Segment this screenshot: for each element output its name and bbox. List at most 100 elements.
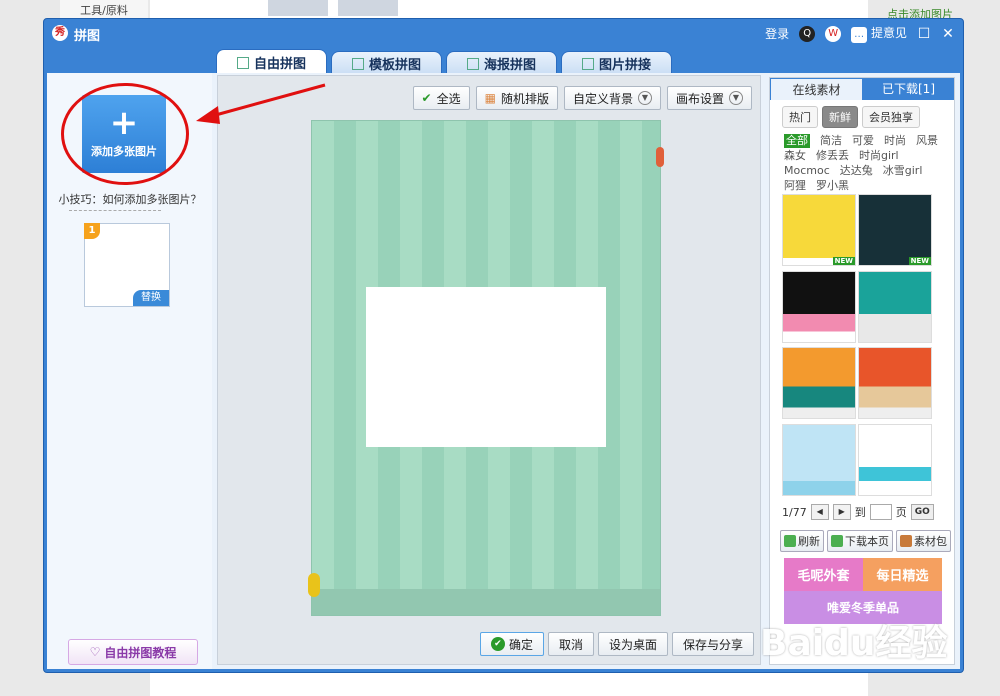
new-badge: NEW	[908, 257, 931, 265]
category-item[interactable]: 可爱	[852, 134, 874, 148]
category-item[interactable]: 全部	[784, 134, 810, 148]
material-thumbnail[interactable]	[858, 347, 932, 419]
chevron-down-icon: ▼	[637, 91, 652, 105]
background-text: 工具/原料	[60, 0, 148, 18]
bottom-actions: ✔ 确定 取消 设为桌面 保存与分享	[479, 632, 754, 656]
category-item[interactable]: 罗小黑	[816, 179, 849, 193]
tab-template-puzzle[interactable]: 模板拼图	[331, 51, 443, 75]
character-decoration	[308, 573, 320, 597]
page-indicator: 1/77	[782, 505, 807, 519]
canvas-photo-placeholder[interactable]	[366, 287, 606, 447]
canvas-footer-decoration	[312, 589, 660, 615]
page-number-input[interactable]	[869, 504, 892, 520]
subtab-hot[interactable]: 热门	[782, 106, 818, 128]
puzzle-window: 秀 拼图 登录 Q W … 提意见 ☐ ✕ 自由拼图 模板拼图 海报拼图 图片拼…	[43, 18, 964, 673]
material-pack-label: 素材包	[914, 535, 947, 548]
close-icon[interactable]: ✕	[941, 27, 955, 41]
material-thumbnail[interactable]	[782, 270, 856, 343]
tab-free-puzzle[interactable]: 自由拼图	[216, 49, 328, 75]
qq-icon[interactable]: Q	[799, 25, 816, 42]
category-item[interactable]: 简洁	[820, 134, 842, 148]
goto-label: 到	[854, 506, 866, 519]
background-add-image-link[interactable]: 点击添加图片	[870, 0, 970, 21]
material-thumbnail[interactable]	[782, 347, 856, 419]
category-item[interactable]: 达达兔	[840, 164, 873, 178]
sticker-decoration	[656, 147, 664, 167]
background-thumbnails	[268, 0, 428, 18]
template-icon	[352, 57, 365, 70]
title-bar: 秀 拼图 登录 Q W … 提意见 ☐ ✕	[44, 19, 963, 49]
photo-slot[interactable]: 1 替换	[84, 223, 170, 307]
tip-link[interactable]: 小技巧：如何添加多张图片？	[55, 191, 205, 207]
category-item[interactable]: 时尚girl	[859, 149, 899, 163]
download-icon	[831, 535, 843, 547]
feedback-link[interactable]: … 提意见	[851, 24, 907, 43]
chevron-down-icon: ▼	[729, 91, 743, 105]
material-thumbnail[interactable]	[782, 423, 856, 496]
save-share-button[interactable]: 保存与分享	[671, 632, 754, 656]
material-thumbnail[interactable]: NEW	[858, 194, 932, 266]
app-logo-icon: 秀	[52, 25, 68, 41]
custom-bg-label: 自定义背景	[572, 91, 633, 106]
refresh-button[interactable]: 刷新	[780, 530, 824, 552]
materials-panel: 在线素材 已下载[1] 热门 新鲜 会员独享 全部 简洁 可爱 时尚 风景 森女…	[769, 77, 955, 665]
replace-button[interactable]: 替换	[133, 290, 169, 306]
slot-number-badge: 1	[84, 223, 100, 239]
download-page-button[interactable]: 下载本页	[827, 530, 893, 552]
page-unit-label: 页	[895, 506, 907, 519]
canvas-settings-dropdown[interactable]: 画布设置 ▼	[666, 86, 752, 110]
tab-label: 图片拼接	[599, 58, 652, 73]
package-icon	[900, 535, 912, 547]
next-page-button[interactable]: ▶	[832, 504, 851, 520]
go-button[interactable]: GO	[910, 504, 934, 520]
subtab-member[interactable]: 会员独享	[862, 106, 920, 128]
stitch-icon	[582, 57, 595, 70]
tab-label: 海报拼图	[484, 58, 537, 73]
random-layout-button[interactable]: ▦ 随机排版	[475, 86, 558, 110]
category-item[interactable]: Mocmoc	[784, 164, 830, 178]
editor-area: ✔ 全选 ▦ 随机排版 自定义背景 ▼ 画布设置 ▼ ✔ 确定 取消 设为桌面 保存与分享	[217, 75, 761, 665]
annotation-circle	[61, 83, 189, 185]
weibo-icon[interactable]: W	[825, 25, 842, 42]
tab-downloaded[interactable]: 已下载[1]	[863, 78, 954, 100]
category-item[interactable]: 时尚	[884, 134, 906, 148]
category-item[interactable]: 森女	[784, 149, 806, 163]
material-thumbnail[interactable]	[858, 270, 932, 343]
category-item[interactable]: 阿狸	[784, 179, 806, 193]
poster-icon	[467, 57, 480, 70]
puzzle-canvas[interactable]	[308, 120, 664, 616]
category-item[interactable]: 修丢丢	[816, 149, 849, 163]
category-item[interactable]: 风景	[916, 134, 938, 148]
feedback-label: 提意见	[870, 26, 907, 40]
material-pack-button[interactable]: 素材包	[896, 530, 951, 552]
tab-label: 模板拼图	[369, 58, 422, 73]
set-desktop-button[interactable]: 设为桌面	[597, 632, 668, 656]
material-thumbnail[interactable]	[858, 423, 932, 496]
select-all-label: 全选	[436, 91, 461, 106]
tab-poster-puzzle[interactable]: 海报拼图	[446, 51, 558, 75]
window-title: 拼图	[74, 29, 101, 44]
tutorial-label: 自由拼图教程	[104, 645, 177, 660]
baidu-watermark: Baidu经验	[760, 623, 948, 664]
subtab-fresh[interactable]: 新鲜	[822, 106, 858, 128]
prev-page-button[interactable]: ◀	[810, 504, 829, 520]
custom-background-dropdown[interactable]: 自定义背景 ▼	[563, 86, 661, 110]
material-gallery: NEW NEW	[782, 194, 936, 496]
maximize-icon[interactable]: ☐	[917, 27, 931, 41]
check-icon: ✔	[490, 637, 505, 651]
login-link[interactable]: 登录	[765, 25, 789, 42]
left-panel: + 添加多张图片 小技巧：如何添加多张图片？ 1 替换 ♡ 自由拼图教程	[47, 73, 212, 669]
material-actions: 刷新 下载本页 素材包	[780, 530, 951, 552]
tab-image-stitch[interactable]: 图片拼接	[561, 51, 673, 75]
tab-online-materials[interactable]: 在线素材	[770, 78, 863, 100]
divider	[69, 210, 161, 211]
free-puzzle-icon	[237, 56, 249, 69]
cancel-button[interactable]: 取消	[547, 632, 594, 656]
category-item[interactable]: 冰雪girl	[883, 164, 923, 178]
material-thumbnail[interactable]: NEW	[782, 194, 856, 266]
tutorial-button[interactable]: ♡ 自由拼图教程	[68, 639, 198, 665]
canvas-settings-label: 画布设置	[675, 91, 724, 106]
confirm-button[interactable]: ✔ 确定	[479, 632, 544, 656]
select-all-button[interactable]: ✔ 全选	[412, 86, 470, 110]
banner-right-text: 每日精选	[863, 558, 942, 591]
